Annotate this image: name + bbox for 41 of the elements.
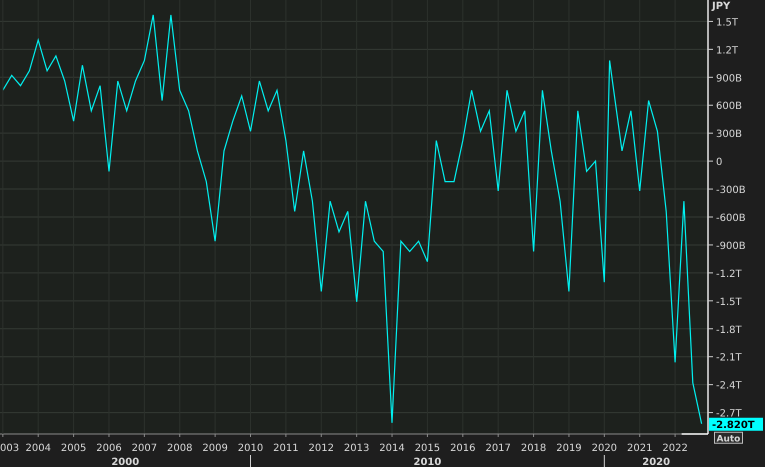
x-axis-label: 2017 xyxy=(485,443,511,454)
y-axis-label: 600B xyxy=(716,101,742,112)
x-axis-label: 2010 xyxy=(238,443,264,454)
x-axis-label: 2021 xyxy=(626,443,652,454)
x-axis-label: 2019 xyxy=(556,443,582,454)
y-axis-label: -1.2T xyxy=(716,268,742,280)
y-axis-label: 300B xyxy=(716,129,742,140)
y-axis-label: 900B xyxy=(716,73,742,84)
x-axis-label: 2005 xyxy=(60,443,86,454)
x-axis-label: 2016 xyxy=(450,443,476,454)
x-axis-label: 2012 xyxy=(308,443,334,454)
y-axis-label: -900B xyxy=(716,240,746,252)
y-axis-label: -2.4T xyxy=(716,380,742,392)
x-axis-label: 2014 xyxy=(379,443,405,454)
y-axis-label: -300B xyxy=(716,185,746,196)
y-axis-label: 1.5T xyxy=(716,17,738,28)
x-axis-label: 2007 xyxy=(132,443,158,454)
axis-unit-label: JPY xyxy=(712,1,730,12)
x-axis-label: 2018 xyxy=(520,443,546,454)
y-axis-label: 1.2T xyxy=(716,45,738,56)
y-axis-label: -1.8T xyxy=(716,324,742,336)
decade-label: 2020 xyxy=(642,457,670,467)
x-axis-label: 2020 xyxy=(592,443,618,454)
y-axis-label: -600B xyxy=(716,213,746,224)
x-axis-label: 2011 xyxy=(273,443,299,454)
y-axis-label: -2.7T xyxy=(716,408,742,420)
last-value-tag: -2.820T xyxy=(709,418,763,431)
x-axis-label: 2004 xyxy=(25,443,51,454)
y-axis-label: 0 xyxy=(716,157,722,168)
x-axis-label: 2006 xyxy=(96,443,122,454)
x-axis-label: 2013 xyxy=(344,443,370,454)
x-axis-label: 2009 xyxy=(202,443,228,454)
decade-label: 2000 xyxy=(111,457,140,467)
x-axis-label: 2022 xyxy=(662,443,688,454)
x-axis-label: 2015 xyxy=(414,443,440,454)
auto-scale-button[interactable]: Auto xyxy=(714,432,743,444)
y-axis-label: -1.5T xyxy=(716,296,742,308)
x-axis-label: 003 xyxy=(0,443,20,454)
y-axis-label: -2.1T xyxy=(716,352,742,364)
decade-label: 2010 xyxy=(414,457,442,467)
x-axis-label: 2008 xyxy=(167,443,192,454)
